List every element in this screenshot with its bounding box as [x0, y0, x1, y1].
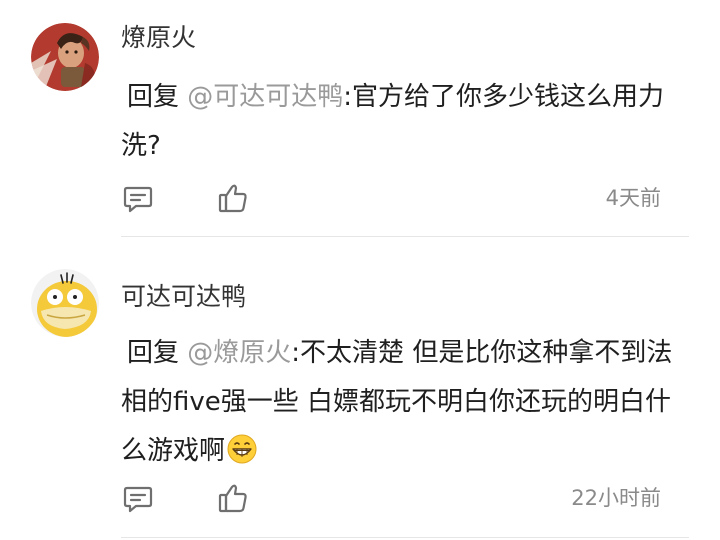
timestamp: 4天前	[605, 186, 661, 210]
comment-actions: 22小时前	[121, 481, 661, 515]
comment-item: 可达可达鸭 回复 @燎原火:不太清楚 但是比你这种拿不到法相的five强一些 白…	[0, 238, 720, 540]
comment-text: 回复 @可达可达鸭:官方给了你多少钱这么用力洗?	[121, 73, 681, 171]
mention-link[interactable]: @燎原火	[187, 338, 291, 368]
comment-item: 燎原火 回复 @可达可达鸭:官方给了你多少钱这么用力洗? 4天前	[0, 0, 720, 238]
comment-actions: 4天前	[121, 181, 661, 215]
avatar[interactable]	[31, 269, 99, 337]
username[interactable]: 可达可达鸭	[121, 280, 246, 314]
timestamp: 22小时前	[571, 486, 661, 510]
comment-bubble-icon	[123, 186, 153, 213]
yellow-duck-avatar-icon	[31, 269, 99, 337]
reply-prefix: 回复	[127, 82, 180, 112]
divider	[121, 537, 689, 538]
reply-button[interactable]	[121, 481, 155, 515]
divider	[121, 236, 689, 237]
grinning-face-emoji-icon	[227, 434, 257, 464]
avatar[interactable]	[31, 23, 99, 91]
reply-button[interactable]	[121, 181, 155, 215]
mention-link[interactable]: @可达可达鸭	[187, 82, 343, 112]
username[interactable]: 燎原火	[121, 21, 196, 55]
like-button[interactable]	[216, 181, 250, 215]
comment-bubble-icon	[123, 486, 153, 513]
comment-text: 回复 @燎原火:不太清楚 但是比你这种拿不到法相的five强一些 白嫖都玩不明白…	[121, 329, 681, 476]
warrior-avatar-icon	[31, 23, 99, 91]
reply-prefix: 回复	[127, 338, 180, 368]
like-button[interactable]	[216, 481, 250, 515]
thumbs-up-icon	[218, 484, 247, 513]
thumbs-up-icon	[218, 184, 247, 213]
